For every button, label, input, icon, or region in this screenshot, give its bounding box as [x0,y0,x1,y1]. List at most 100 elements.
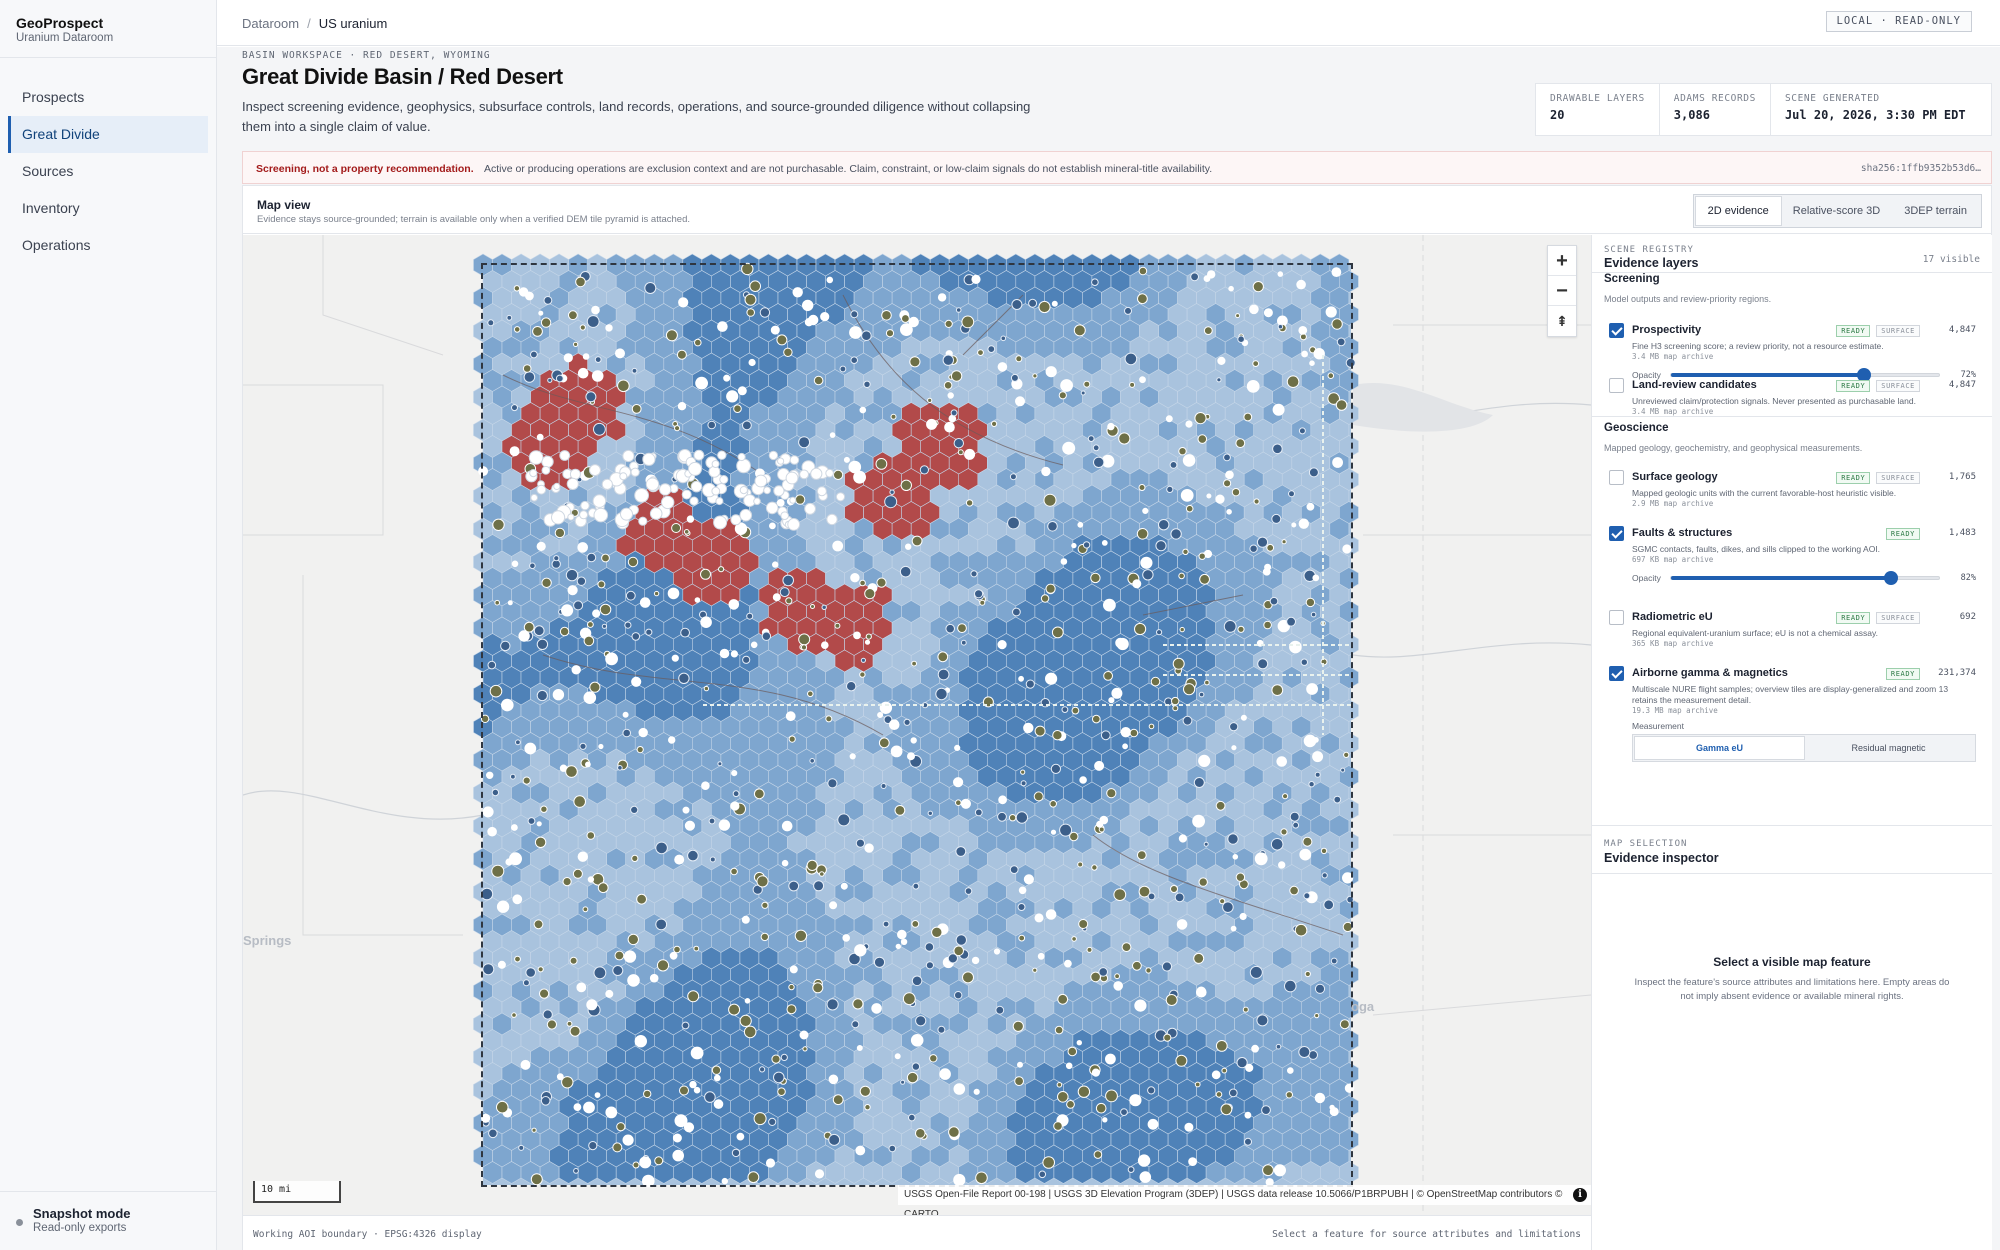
measurement-residual-magnetic-button[interactable]: Residual magnetic [1804,737,1973,759]
layer-badges: READY SURFACE [1836,472,1920,484]
layer-archive-size: 2.9 MB map archive [1632,499,1714,508]
measurement-gamma-eu-button[interactable]: Gamma eU [1635,737,1804,759]
layer-checkbox[interactable] [1609,323,1624,338]
mode-relative-score-3d-button[interactable]: Relative-score 3D [1781,197,1892,225]
working-aoi-boundary [481,263,1353,1187]
group-title-geoscience: Geoscience [1604,422,1669,434]
compass-reset-north-icon[interactable]: ⇞ [1548,306,1576,336]
slider-track[interactable] [1670,368,1940,382]
layer-checkbox[interactable] [1609,610,1624,625]
zoom-in-button[interactable]: + [1548,246,1576,276]
layer-list[interactable]: Screening Model outputs and review-prior… [1592,273,1992,825]
layer-name: Airborne gamma & magnetics [1632,667,1788,679]
stat-value: 3,086 [1673,108,1710,122]
nav-item-inventory[interactable]: Inventory [8,190,208,227]
nav-item-great-divide[interactable]: Great Divide [8,116,208,153]
layer-count: 1,483 [1948,528,1976,538]
ready-badge: READY [1836,612,1871,624]
scene-registry-header: SCENE REGISTRY Evidence layers 17 visibl… [1592,235,1992,273]
breadcrumb-root[interactable]: Dataroom [242,16,299,31]
opacity-value: 82% [1960,573,1976,583]
layer-description: Regional equivalent-uranium surface; eU … [1632,628,1878,638]
surface-badge: SURFACE [1876,325,1920,337]
mode-2d-evidence-button[interactable]: 2D evidence [1695,197,1781,225]
map-zoom-controls: + − ⇞ [1547,245,1577,337]
ready-badge: READY [1836,380,1871,392]
map-view-title: Map view [257,198,311,212]
snapshot-mode-title: Snapshot mode [33,1206,131,1221]
place-label-oga: oga [1351,999,1375,1014]
stats-panel: DRAWABLE LAYERS 20 ADAMS RECORDS 3,086 S… [1535,83,1992,136]
breadcrumb-separator: / [307,16,311,31]
surface-badge: SURFACE [1876,472,1920,484]
registry-eyebrow: SCENE REGISTRY [1604,245,1694,255]
layer-name: Faults & structures [1632,527,1733,539]
mode-3dep-terrain-button[interactable]: 3DEP terrain [1892,197,1979,225]
mode-badge: LOCAL · READ-ONLY [1825,11,1972,32]
empty-state-text: Inspect the feature's source attributes … [1634,977,1950,1002]
layer-description: Unreviewed claim/protection signals. Nev… [1632,396,1916,406]
map-footer: Working AOI boundary · EPSG:4326 display… [243,1215,1591,1250]
status-dot-icon [16,1219,23,1226]
registry-title: Evidence layers [1604,256,1699,270]
zoom-out-button[interactable]: − [1548,276,1576,306]
ready-badge: READY [1885,668,1920,680]
nav-item-prospects[interactable]: Prospects [8,79,208,116]
inspector-eyebrow: MAP SELECTION [1604,839,1688,849]
nav-item-sources[interactable]: Sources [8,153,208,190]
map-header: Map view Evidence stays source-grounded;… [243,186,1991,234]
stat-label: DRAWABLE LAYERS [1550,93,1645,104]
layer-description: SGMC contacts, faults, dikes, and sills … [1632,544,1881,554]
app-name: GeoProspect [16,15,104,31]
screening-warning-banner: Screening, not a property recommendation… [242,151,1992,184]
slider-track[interactable] [1670,571,1940,585]
layer-archive-size: 3.4 MB map archive [1632,352,1714,361]
layer-archive-size: 3.4 MB map archive [1632,407,1714,416]
breadcrumb: Dataroom / US uranium [242,16,387,31]
layer-description: Multiscale NURE flight samples; overview… [1632,684,1949,705]
warning-heading: Screening, not a property recommendation… [256,163,474,175]
stat-value: 20 [1550,108,1565,122]
snapshot-mode-subtitle: Read-only exports [33,1222,127,1234]
layer-count: 692 [1959,612,1976,622]
nav-item-operations[interactable]: Operations [8,227,208,264]
top-bar: Dataroom / US uranium LOCAL · READ-ONLY [217,0,2000,46]
layer-description: Mapped geologic units with the current f… [1632,488,1897,498]
sidebar: GeoProspect Uranium Dataroom Prospects G… [0,0,217,1250]
ready-badge: READY [1836,472,1871,484]
main-nav: Prospects Great Divide Sources Inventory… [0,58,216,264]
brand: GeoProspect Uranium Dataroom [0,0,216,58]
slider-handle[interactable] [1883,571,1898,585]
group-divider [1592,416,1992,417]
layer-count: 1,765 [1948,472,1976,482]
ready-badge: READY [1885,528,1920,540]
opacity-slider[interactable]: Opacity 82% [1632,570,1976,586]
stat-label: SCENE GENERATED [1784,93,1880,104]
layer-checkbox[interactable] [1609,378,1624,393]
inspector-empty-state: Select a visible map feature Inspect the… [1632,955,1952,1004]
stat-value: Jul 20, 2026, 3:30 PM EDT [1784,108,1966,122]
map-canvas[interactable]: Springs oga + − ⇞ 10 mi USGS Open-File R… [243,235,1591,1215]
layer-count: 231,374 [1938,668,1976,678]
slider-fill [1671,373,1864,377]
info-icon[interactable]: i [1573,1188,1587,1202]
layer-description: Fine H3 screening score; a review priori… [1632,341,1884,351]
scene-hash[interactable]: sha256:1ffb9352b53d6… [1861,163,1981,174]
layer-name: Prospectivity [1632,324,1702,336]
empty-state-title: Select a visible map feature [1713,955,1871,969]
layer-checkbox[interactable] [1609,666,1624,681]
group-title-screening: Screening [1604,273,1660,285]
slider-fill [1671,576,1891,580]
measurement-label: Measurement [1632,721,1684,731]
map-scale-bar: 10 mi [253,1181,341,1203]
map-card: Map view Evidence stays source-grounded;… [242,185,1992,1250]
layer-archive-size: 19.3 MB map archive [1632,706,1718,715]
layer-name: Radiometric eU [1632,611,1713,623]
stat-drawable-layers: DRAWABLE LAYERS 20 [1536,84,1660,135]
stat-label: ADAMS RECORDS [1673,93,1756,104]
layer-checkbox[interactable] [1609,526,1624,541]
app-subtitle: Uranium Dataroom [16,32,114,44]
layer-archive-size: 365 KB map archive [1632,639,1714,648]
layer-checkbox[interactable] [1609,470,1624,485]
surface-badge: SURFACE [1876,612,1920,624]
